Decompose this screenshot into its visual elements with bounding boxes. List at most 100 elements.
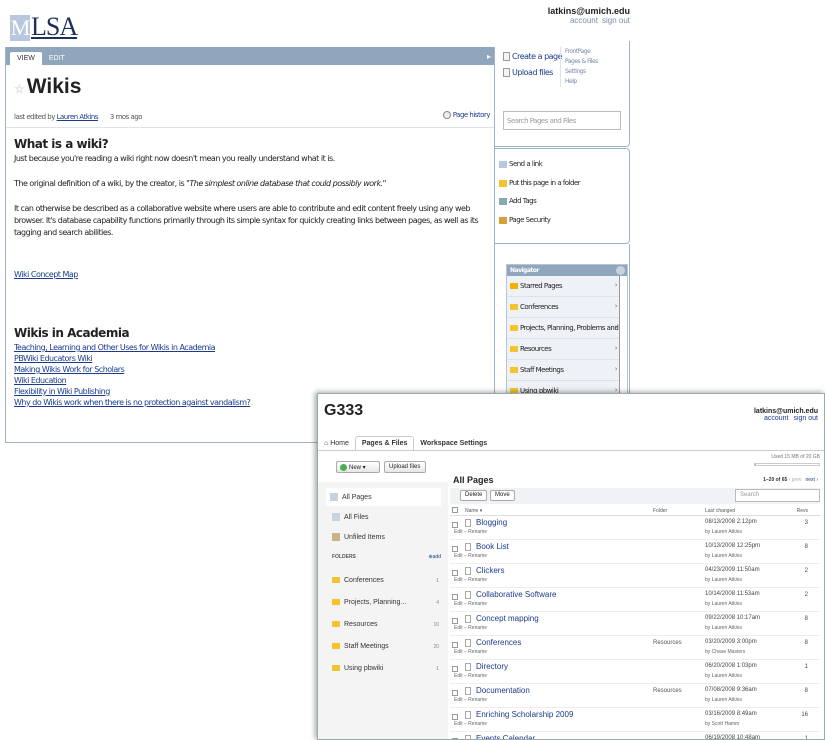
storage-bar: [754, 463, 820, 466]
user-box: latkins@umich.edu account sign out: [520, 6, 630, 25]
chevron-right-icon: ›: [614, 344, 618, 352]
edit-rename-links[interactable]: Edit – Rename: [454, 697, 487, 703]
navigator-item[interactable]: Resources ›: [507, 339, 627, 360]
page-name-link[interactable]: Concept mapping: [476, 614, 539, 623]
page-name-link[interactable]: Enriching Scholarship 2009: [476, 710, 573, 719]
page-name-link[interactable]: Book List: [476, 542, 509, 551]
table-row: Conferences Edit – Rename Resources 03/20/2…: [450, 637, 820, 660]
navigator-scrollbar[interactable]: [619, 276, 627, 403]
help-link[interactable]: Help: [565, 77, 598, 87]
page-name-link[interactable]: Documentation: [476, 686, 530, 695]
upload-icon: [503, 68, 510, 77]
folder-item[interactable]: Using pbwiki 1: [328, 660, 443, 678]
page-icon: [465, 687, 471, 695]
folder-item[interactable]: Resources 10: [328, 616, 443, 634]
table-header: Name ▾ Folder Last changed Revs: [450, 506, 820, 516]
select-all-checkbox[interactable]: [452, 507, 458, 513]
concept-map-link[interactable]: Wiki Concept Map: [14, 269, 490, 280]
page-name-link[interactable]: Collaborative Software: [476, 590, 556, 599]
folder-action[interactable]: Put this page in a folder: [499, 179, 581, 187]
tab-edit[interactable]: EDIT: [42, 52, 72, 65]
sidebar-item-unfiled[interactable]: Unfiled Items: [328, 528, 443, 546]
navigator-item[interactable]: Projects, Planning, Problems and Troubl ›: [507, 318, 627, 339]
collapse-arrow-icon[interactable]: ▸: [487, 52, 491, 61]
close-icon[interactable]: [616, 266, 625, 275]
prev-link[interactable]: ‹ prev: [789, 477, 802, 483]
search-pages-input[interactable]: Search Pages and Files: [503, 111, 621, 130]
page-folder: Resources: [653, 688, 682, 694]
row-checkbox[interactable]: [452, 690, 458, 696]
pages-list: All Pages 1–20 of 65 ‹ prev next › Delete…: [450, 474, 820, 739]
edit-rename-links[interactable]: Edit – Rename: [454, 625, 487, 631]
row-checkbox[interactable]: [452, 618, 458, 624]
lsa-logo[interactable]: MLSA: [10, 12, 78, 42]
search-input[interactable]: Search: [735, 489, 820, 502]
page-name-link[interactable]: Events Calendar: [476, 734, 535, 739]
frontpage-link[interactable]: FrontPage: [565, 47, 598, 57]
sidebar-item-all-pages[interactable]: All Pages: [326, 488, 441, 506]
page-name-link[interactable]: Blogging: [476, 518, 507, 527]
tab-workspace-settings[interactable]: Workspace Settings: [414, 437, 493, 450]
tab-home[interactable]: ⌂ Home: [318, 437, 355, 450]
page-name-link[interactable]: Conferences: [476, 638, 521, 647]
sidebar-item-all-files[interactable]: All Files: [328, 508, 443, 526]
navigator-item[interactable]: Staff Meetings ›: [507, 360, 627, 381]
edit-rename-links[interactable]: Edit – Rename: [454, 721, 487, 727]
changed-by: by Lauren Atkins: [705, 577, 742, 583]
edit-rename-links[interactable]: Edit – Rename: [454, 577, 487, 583]
column-name[interactable]: Name ▾: [465, 508, 482, 514]
wiki-body: What is a wiki? Just because you're read…: [14, 137, 490, 408]
navigator-item[interactable]: Conferences ›: [507, 297, 627, 318]
academia-link[interactable]: PBWiki Educators Wiki: [14, 353, 490, 364]
folder-item[interactable]: Staff Meetings 20: [328, 638, 443, 656]
move-button[interactable]: Move: [490, 490, 515, 501]
page-name-link[interactable]: Clickers: [476, 566, 504, 575]
page-history-link[interactable]: Page history: [442, 111, 491, 119]
send-link-action[interactable]: Send a link: [499, 160, 543, 168]
revision-count: 2: [804, 592, 808, 598]
row-checkbox[interactable]: [452, 546, 458, 552]
edit-rename-links[interactable]: Edit – Rename: [454, 601, 487, 607]
create-page-button[interactable]: Create a page: [503, 49, 563, 65]
account-link[interactable]: account: [764, 415, 789, 422]
column-revs[interactable]: Revs: [797, 508, 808, 514]
pages-files-link[interactable]: Pages & Files: [565, 57, 598, 67]
academia-link[interactable]: Wiki Education: [14, 375, 490, 386]
row-checkbox[interactable]: [452, 642, 458, 648]
page-security-action[interactable]: Page Security: [499, 216, 551, 224]
edit-rename-links[interactable]: Edit – Rename: [454, 649, 487, 655]
add-tags-action[interactable]: Add Tags: [499, 197, 537, 205]
column-last-changed[interactable]: Last changed: [705, 508, 735, 514]
tab-view[interactable]: VIEW: [10, 52, 42, 65]
next-link[interactable]: next ›: [805, 477, 818, 483]
column-folder[interactable]: Folder: [653, 508, 667, 514]
row-checkbox[interactable]: [452, 666, 458, 672]
navigator-item[interactable]: Starred Pages ›: [507, 276, 627, 297]
account-link[interactable]: account: [570, 16, 598, 25]
folder-item[interactable]: Conferences 1: [328, 572, 443, 590]
row-checkbox[interactable]: [452, 522, 458, 528]
settings-link[interactable]: Settings: [565, 67, 598, 77]
edit-rename-links[interactable]: Edit – Rename: [454, 553, 487, 559]
last-edited-user[interactable]: Lauren Atkins: [57, 113, 99, 121]
star-icon[interactable]: ☆: [14, 82, 25, 96]
edit-rename-links[interactable]: Edit – Rename: [454, 529, 487, 535]
row-checkbox[interactable]: [452, 594, 458, 600]
upload-files-button[interactable]: Upload files: [384, 461, 426, 473]
upload-files-button[interactable]: Upload files: [503, 65, 562, 81]
revision-count: 8: [804, 688, 808, 694]
add-folder-link[interactable]: ⊕add: [428, 554, 441, 560]
folder-item[interactable]: Projects, Planning... 4: [328, 594, 443, 612]
new-button[interactable]: New ▾: [336, 461, 380, 473]
signout-link[interactable]: sign out: [793, 415, 818, 422]
academia-link[interactable]: Teaching, Learning and Other Uses for Wi…: [14, 342, 490, 353]
row-checkbox[interactable]: [452, 570, 458, 576]
page-name-link[interactable]: Directory: [476, 662, 508, 671]
row-checkbox[interactable]: [452, 714, 458, 720]
edit-rename-links[interactable]: Edit – Rename: [454, 673, 487, 679]
last-changed: 08/13/2008 2:12pm: [705, 519, 757, 525]
signout-link[interactable]: sign out: [602, 16, 630, 25]
tab-pages-files[interactable]: Pages & Files: [354, 436, 415, 450]
delete-button[interactable]: Delete: [460, 490, 488, 501]
academia-link[interactable]: Making Wikis Work for Scholars: [14, 364, 490, 375]
